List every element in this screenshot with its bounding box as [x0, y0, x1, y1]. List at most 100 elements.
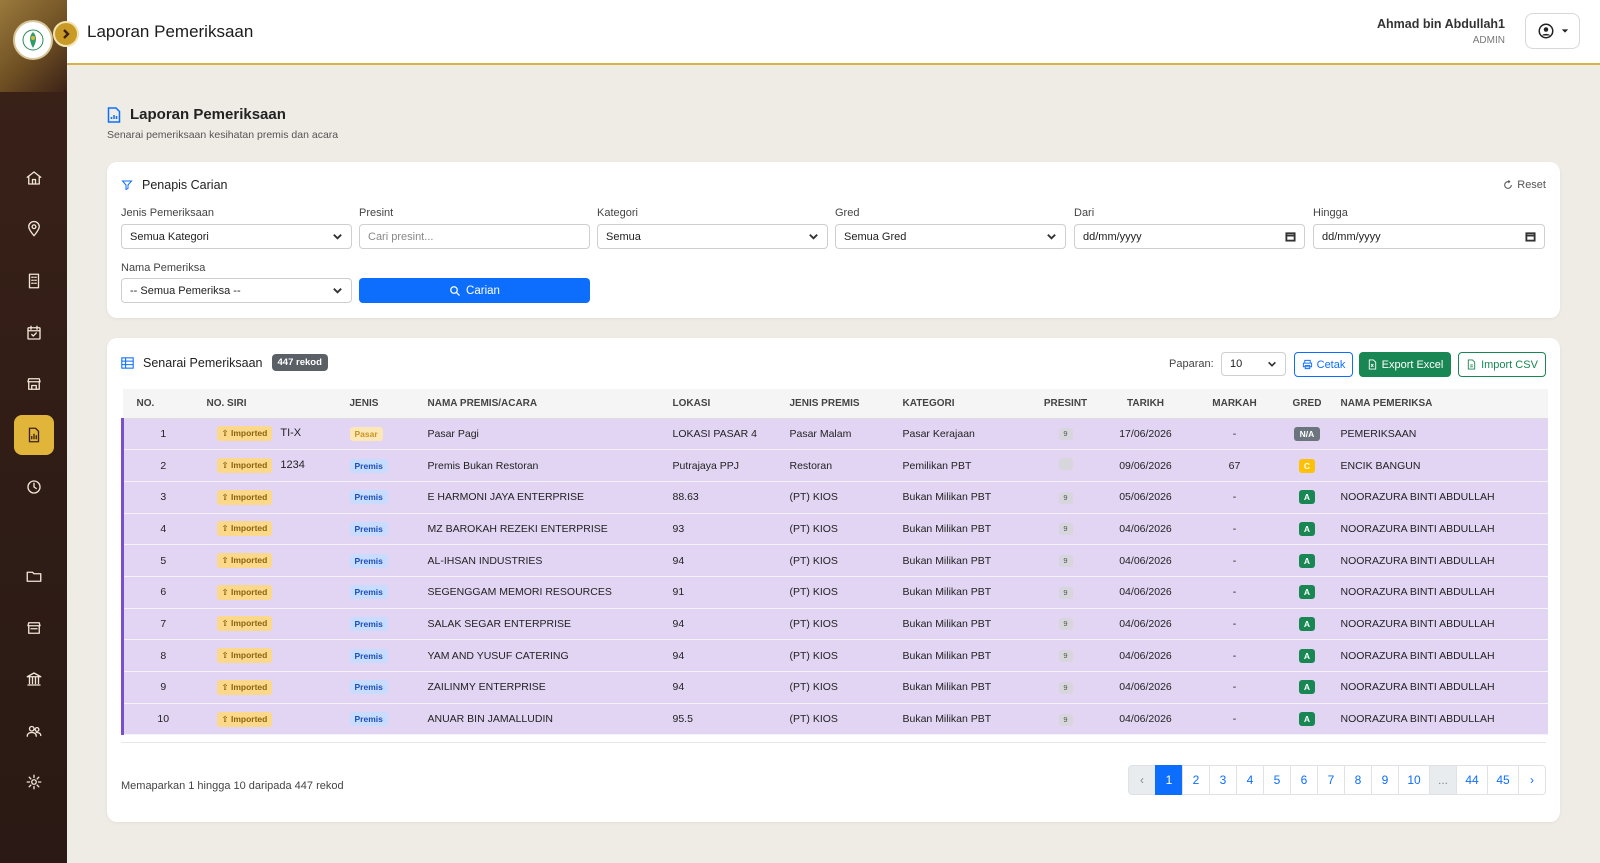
cell-lokasi: LOKASI PASAR 4	[668, 418, 786, 451]
gred-value: Semua Gred	[844, 230, 907, 243]
cell-lokasi: 88.63	[668, 481, 786, 514]
cell-lokasi: 94	[668, 639, 786, 672]
table-row[interactable]: 4 ⇧ Imported Premis MZ BAROKAH REZEKI ENTER…	[121, 513, 1548, 546]
table-row[interactable]: 7 ⇧ Imported Premis SALAK SEGAR ENTERPRISE 9…	[121, 608, 1548, 641]
imported-label: Imported	[230, 491, 268, 502]
map-pin-icon[interactable]	[14, 209, 54, 249]
cell-tarikh: 04/06/2026	[1099, 639, 1192, 672]
cell-no-siri: ⇧ Imported TI-X	[202, 418, 346, 451]
col-gred[interactable]: GRED	[1277, 389, 1337, 419]
pagination-page[interactable]: 10	[1398, 765, 1430, 795]
export-excel-button[interactable]: Export Excel	[1359, 352, 1451, 377]
table-row[interactable]: 5 ⇧ Imported Premis AL-IHSAN INDUSTRIES 94 (P…	[121, 544, 1548, 577]
cell-kategori: Bukan Milikan PBT	[898, 576, 1032, 609]
col-jenis-premis[interactable]: JENIS PREMIS	[785, 389, 899, 419]
report-file-icon	[107, 106, 121, 123]
refresh-icon	[1504, 180, 1513, 189]
search-button[interactable]: Carian	[359, 278, 590, 303]
pagination-page[interactable]: 5	[1263, 765, 1291, 795]
store-icon[interactable]	[14, 364, 54, 404]
cell-jenis-premis: (PT) KIOS	[785, 576, 899, 609]
jenis-badge: Premis	[349, 648, 388, 663]
col-markah[interactable]: MARKAH	[1191, 389, 1278, 419]
print-button[interactable]: Cetak	[1294, 352, 1353, 377]
building-icon[interactable]	[14, 261, 54, 301]
cell-presint: 9	[1031, 639, 1100, 672]
presint-badge: 9	[1058, 523, 1073, 536]
table-row[interactable]: 1 ⇧ Imported TI-X Pasar Pasar Pagi LOKASI PAS…	[121, 418, 1548, 451]
search-button-label: Carian	[466, 284, 500, 297]
sidebar-toggle-button[interactable]	[53, 21, 79, 47]
imported-badge: ⇧ Imported	[216, 711, 273, 727]
pagination-page[interactable]: 6	[1290, 765, 1318, 795]
hingga-date-input[interactable]: dd/mm/yyyy	[1313, 224, 1545, 249]
presint-input[interactable]: Cari presint...	[359, 224, 590, 249]
import-csv-button[interactable]: Import CSV	[1458, 352, 1546, 377]
record-count-badge: 447 rekod	[271, 354, 328, 371]
pemeriksa-select[interactable]: -- Semua Pemeriksa --	[121, 278, 352, 303]
col-lokasi[interactable]: LOKASI	[668, 389, 786, 419]
pagination-page[interactable]: 45	[1487, 765, 1519, 795]
table-row[interactable]: 3 ⇧ Imported Premis E HARMONI JAYA ENTERPRI…	[121, 481, 1548, 514]
table-row[interactable]: 8 ⇧ Imported Premis YAM AND YUSUF CATERING 9…	[121, 639, 1548, 672]
users-icon[interactable]	[14, 711, 54, 751]
report-icon[interactable]	[14, 415, 54, 455]
settings-icon[interactable]	[14, 762, 54, 802]
table-row[interactable]: 10 ⇧ Imported Premis ANUAR BIN JAMALLUDIN 95…	[121, 703, 1548, 736]
cell-nama: ZAILINMY ENTERPRISE	[423, 671, 669, 704]
pagination-prev[interactable]: ‹	[1128, 765, 1156, 795]
top-header: Laporan Pemeriksaan Ahmad bin Abdullah1 …	[53, 0, 1600, 65]
shop-icon[interactable]	[14, 608, 54, 648]
pagination-page[interactable]: 44	[1456, 765, 1488, 795]
filter-title: Penapis Carian	[121, 178, 227, 192]
cell-pemeriksa: PEMERIKSAAN	[1336, 418, 1548, 451]
header-title: Laporan Pemeriksaan	[87, 22, 254, 41]
hingga-label: Hingga	[1313, 207, 1348, 219]
home-icon[interactable]	[14, 158, 54, 198]
dari-date-input[interactable]: dd/mm/yyyy	[1074, 224, 1305, 249]
pemeriksa-label: Nama Pemeriksa	[121, 262, 206, 274]
app-logo[interactable]	[13, 20, 53, 60]
pagination-page[interactable]: 4	[1236, 765, 1264, 795]
reset-label: Reset	[1517, 179, 1546, 191]
cell-nama: ANUAR BIN JAMALLUDIN	[423, 703, 669, 736]
pagination-page[interactable]: 7	[1317, 765, 1345, 795]
bank-icon[interactable]	[14, 659, 54, 699]
col-tarikh[interactable]: TARIKH	[1099, 389, 1192, 419]
cell-lokasi: 94	[668, 544, 786, 577]
col-pemeriksa[interactable]: NAMA PEMERIKSA	[1336, 389, 1548, 419]
page-size-select[interactable]: 10	[1221, 352, 1286, 376]
pagination-page[interactable]: 8	[1344, 765, 1372, 795]
col-kategori[interactable]: KATEGORI	[898, 389, 1032, 419]
col-no[interactable]: NO.	[122, 389, 203, 419]
table-row[interactable]: 6 ⇧ Imported Premis SEGENGGAM MEMORI RESOUR…	[121, 576, 1548, 609]
reset-button[interactable]: Reset	[1503, 179, 1546, 191]
table-row[interactable]: 2 ⇧ Imported 1234 Premis Premis Bukan Restor…	[121, 449, 1548, 482]
kategori-value: Semua	[606, 230, 641, 243]
gred-badge: A	[1299, 616, 1315, 631]
jenis-select[interactable]: Semua Kategori	[121, 224, 352, 249]
kategori-select[interactable]: Semua	[597, 224, 828, 249]
table-row[interactable]: 9 ⇧ Imported Premis ZAILINMY ENTERPRISE 94 (P…	[121, 671, 1548, 704]
clock-icon[interactable]	[14, 467, 54, 507]
cell-jenis-premis: Pasar Malam	[785, 418, 899, 451]
folder-icon[interactable]	[14, 556, 54, 596]
imported-badge: ⇧ Imported	[216, 584, 273, 600]
page-title-text: Laporan Pemeriksaan	[130, 106, 286, 123]
gred-select[interactable]: Semua Gred	[835, 224, 1066, 249]
calendar-check-icon[interactable]	[14, 313, 54, 353]
hingga-placeholder: dd/mm/yyyy	[1322, 230, 1381, 243]
pagination-page[interactable]: 2	[1182, 765, 1210, 795]
col-presint[interactable]: PRESINT	[1031, 389, 1100, 419]
col-jenis[interactable]: JENIS	[345, 389, 424, 419]
cell-kategori: Bukan Milikan PBT	[898, 608, 1032, 641]
cell-markah: -	[1191, 481, 1278, 514]
col-nama[interactable]: NAMA PREMIS/ACARA	[423, 389, 669, 419]
col-no-siri[interactable]: NO. SIRI	[202, 389, 346, 419]
pagination-page[interactable]: 1	[1155, 765, 1183, 795]
pagination-page[interactable]: 3	[1209, 765, 1237, 795]
pagination-next[interactable]: ›	[1518, 765, 1546, 795]
user-menu-button[interactable]	[1525, 13, 1580, 49]
pagination-page[interactable]: 9	[1371, 765, 1399, 795]
export-excel-label: Export Excel	[1381, 358, 1444, 371]
